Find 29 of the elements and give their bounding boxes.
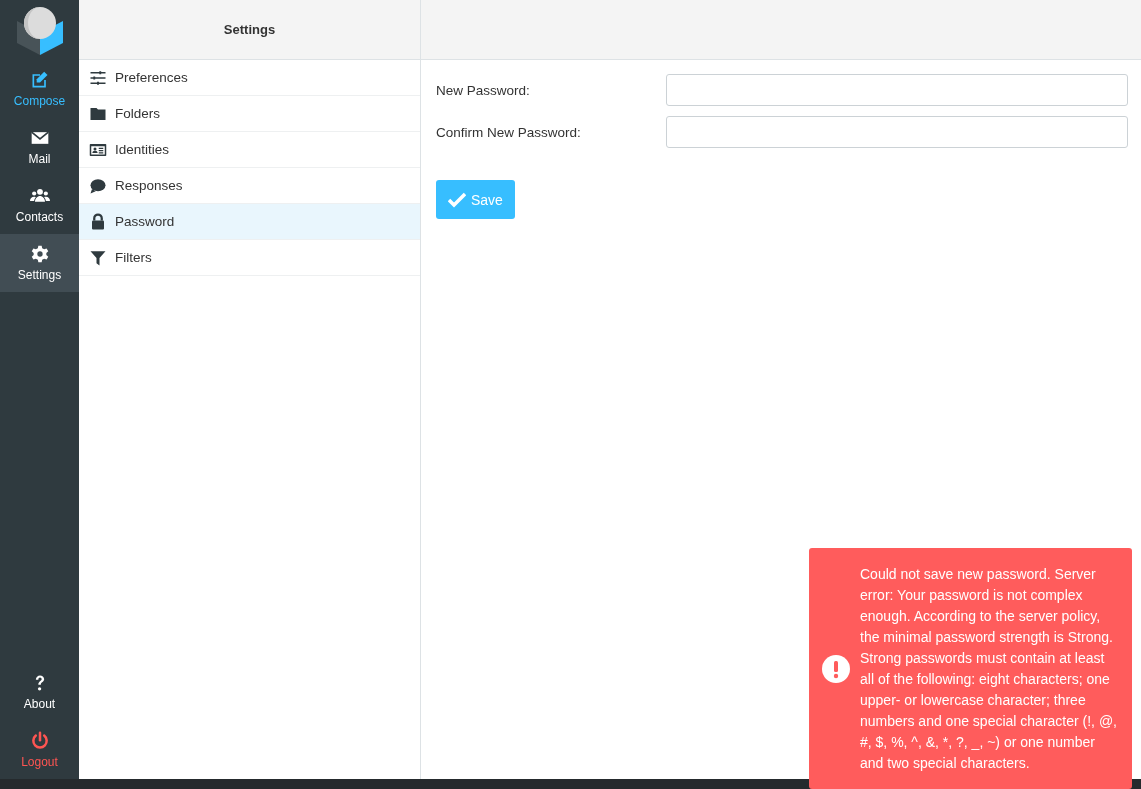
panel-title: Settings xyxy=(79,0,420,60)
item-label: Folders xyxy=(115,106,160,121)
settings-icon xyxy=(29,244,50,264)
menu-item[interactable]: Filters xyxy=(79,240,420,276)
menu-item[interactable]: Password xyxy=(79,204,420,240)
field-label: New Password: xyxy=(436,82,531,98)
sliders-icon xyxy=(89,68,107,87)
error-message: Could not save new password. Server error: Your password is not complex enough. According to the server policy, the minimal password strength is Strong. Strong passwords must contain at least all of the following: eight characters; one upper- or lowercase character; three numbers and one special character (!, @, #, $, %, ^, &, *, ?, _, ~) or one number and two special characters. xyxy=(860,564,1118,773)
nav-item[interactable]: Settings xyxy=(0,234,79,292)
lock-icon xyxy=(89,212,107,231)
item-label: Password xyxy=(115,214,175,229)
funnel-icon xyxy=(89,248,107,267)
item-label: Identities xyxy=(115,142,170,157)
item-label: Preferences xyxy=(115,70,188,85)
menu-item[interactable]: Folders xyxy=(79,96,420,132)
power-icon xyxy=(29,731,50,751)
item-label: Responses xyxy=(115,178,183,193)
exclamation-icon xyxy=(821,653,851,684)
nav-item[interactable]: Contacts xyxy=(0,176,79,234)
nav-item[interactable]: Logout xyxy=(0,721,79,779)
nav-item[interactable]: Mail xyxy=(0,118,79,176)
nav-item[interactable]: Compose xyxy=(0,60,79,118)
nav-item[interactable]: About xyxy=(0,663,79,721)
menu-item[interactable]: Identities xyxy=(79,132,420,168)
item-label: Filters xyxy=(115,250,152,265)
checkmark-icon xyxy=(448,191,466,208)
speech-bubble-icon xyxy=(89,176,107,195)
field-label: Confirm New Password: xyxy=(436,124,582,140)
menu-item[interactable]: Preferences xyxy=(79,60,420,96)
